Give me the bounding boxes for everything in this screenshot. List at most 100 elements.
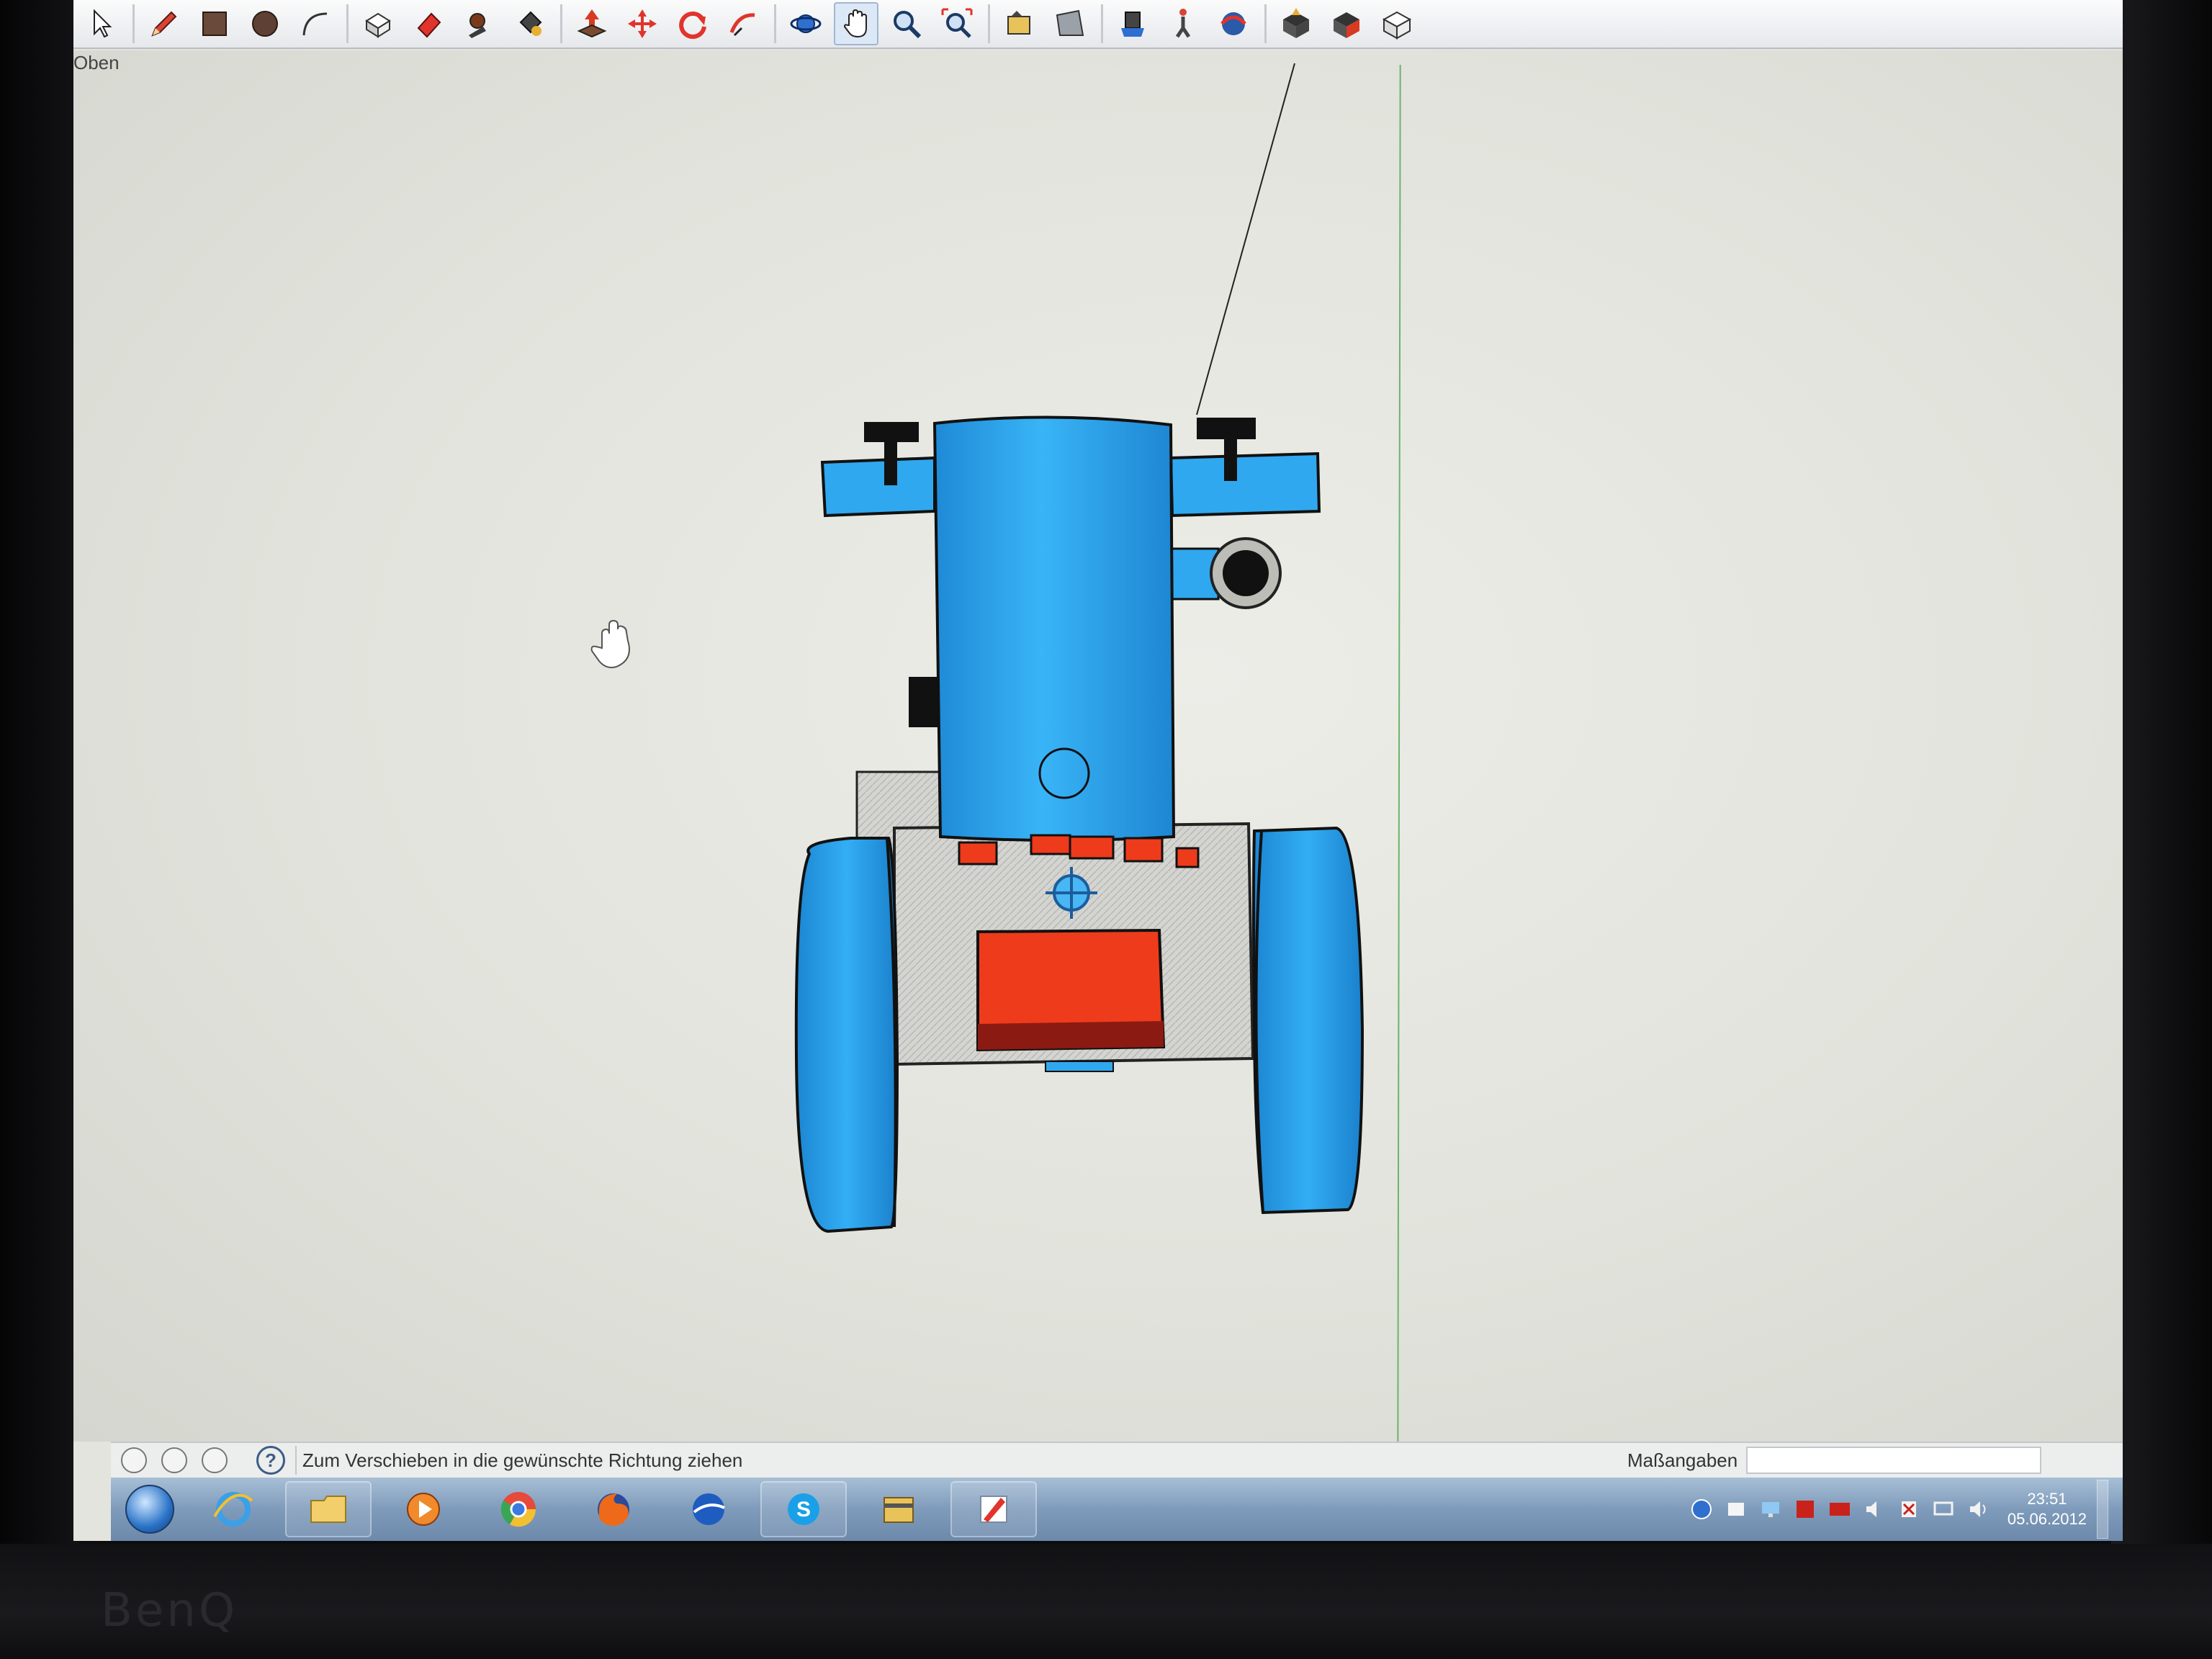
arc-icon[interactable] [293,2,338,45]
walk-icon[interactable] [1161,2,1205,45]
pan-hand-icon[interactable] [834,2,878,45]
monitor-bezel-right [2111,0,2212,1659]
push-pull-icon[interactable] [570,2,614,45]
toolbar-separator [560,4,562,43]
drawing-viewport[interactable]: Oben [73,50,2123,1455]
toolbar-separator [132,4,135,43]
taskbar-archive[interactable] [855,1481,942,1537]
windows-taskbar: S 23:51 05.06.2012 [111,1478,2123,1541]
position-camera-icon[interactable] [1110,2,1155,45]
taskbar-skype[interactable]: S [760,1481,847,1537]
status-bar: ? Zum Verschieben in die gewünschte Rich… [111,1442,2123,1478]
zoom-extents-icon[interactable] [935,2,979,45]
robot-model[interactable] [73,50,2123,1442]
toolbar-separator [1264,4,1267,43]
make-component-icon[interactable] [356,2,400,45]
monitor-bezel-bottom: BenQ [0,1544,2212,1659]
move-icon[interactable] [620,2,665,45]
display-icon[interactable] [1931,1497,1956,1521]
speaker-icon[interactable] [1862,1497,1887,1521]
clock-time: 23:51 [2027,1490,2067,1508]
eraser-icon[interactable] [406,2,451,45]
toolbar-separator [346,4,349,43]
monitor-icon[interactable] [1758,1497,1783,1521]
follow-me-icon[interactable] [721,2,765,45]
rotate-icon[interactable] [670,2,715,45]
google-earth-icon [693,1493,725,1525]
archive-icon [884,1497,914,1523]
firefox-icon [598,1493,629,1526]
taskbar-sketchup[interactable] [950,1481,1037,1537]
measurements-label: Maßangaben [1627,1449,1738,1471]
geolocation-status-icon[interactable] [121,1447,147,1473]
get-models-icon[interactable] [1274,2,1318,45]
orbit-icon[interactable] [783,2,828,45]
red-part [1175,847,1200,868]
flag-icon[interactable] [1897,1497,1921,1521]
right-arm-clip [1197,418,1256,439]
file-explorer-icon [310,1496,346,1523]
left-block [909,677,938,727]
clock-date: 05.06.2012 [2007,1510,2087,1528]
toolbar-separator [774,4,776,43]
pencil-icon[interactable] [142,2,186,45]
red-part [1123,837,1164,863]
bottom-tab [1045,1061,1114,1072]
share-component-icon[interactable] [1375,2,1419,45]
credits-status-icon[interactable] [161,1447,187,1473]
tape-measure-icon[interactable] [457,2,501,45]
main-toolbar [73,0,2123,49]
status-hint-text: Zum Verschieben in die gewünschte Richtu… [295,1446,1541,1475]
sketchup-icon [980,1496,1007,1523]
paint-bucket-icon[interactable] [507,2,552,45]
measurements-input[interactable] [1746,1447,2042,1474]
red-part [958,841,998,866]
windows-logo-icon [125,1485,174,1534]
select-arrow-icon[interactable] [79,2,124,45]
look-around-icon[interactable] [1211,2,1256,45]
start-button[interactable] [118,1480,181,1538]
left-wheel [794,837,899,1233]
toolbar-separator [1101,4,1103,43]
right-arm-clip-stem [1224,439,1237,481]
help-icon[interactable]: ? [256,1446,285,1475]
show-desktop-button[interactable] [2097,1480,2108,1539]
folder-icon[interactable] [1724,1497,1748,1521]
left-arm-clip-stem [884,442,897,485]
ati-icon[interactable] [1827,1497,1852,1521]
monitor-brand-logo: BenQ [101,1584,238,1637]
guide-line [1196,63,1295,415]
taskbar-media-player[interactable] [380,1481,467,1537]
rectangle-icon[interactable] [192,2,237,45]
taskbar-firefox[interactable] [570,1481,657,1537]
red-part [1030,834,1071,855]
right-wheel [1252,826,1364,1215]
chrome-icon [500,1492,536,1527]
volume-icon[interactable] [1966,1497,1990,1521]
sensor-hole [1223,550,1269,596]
internet-explorer-icon [213,1492,253,1527]
taskbar-chrome[interactable] [475,1481,562,1537]
zoom-icon[interactable] [884,2,929,45]
network-icon[interactable] [1689,1497,1714,1521]
red-part [1069,835,1115,860]
media-player-icon [407,1493,440,1526]
acrobat-icon[interactable] [1793,1497,1817,1521]
user-status-icon[interactable] [202,1447,228,1473]
taskbar-internet-explorer[interactable] [190,1481,276,1537]
battery-base [978,1021,1164,1050]
system-clock[interactable]: 23:51 05.06.2012 [2008,1489,2087,1529]
toolbar-separator [988,4,990,43]
left-arm-clip [864,422,919,442]
main-cylinder [932,415,1176,842]
skype-icon: S [788,1493,819,1525]
previous-view-icon[interactable] [997,2,1042,45]
monitor-bezel-left [0,0,79,1659]
taskbar-google-earth[interactable] [665,1481,752,1537]
taskbar-file-explorer[interactable] [285,1481,372,1537]
share-model-icon[interactable] [1324,2,1369,45]
svg-text:S: S [796,1498,811,1521]
next-view-icon[interactable] [1048,2,1092,45]
pan-cursor-icon [590,619,630,668]
circle-icon[interactable] [243,2,287,45]
